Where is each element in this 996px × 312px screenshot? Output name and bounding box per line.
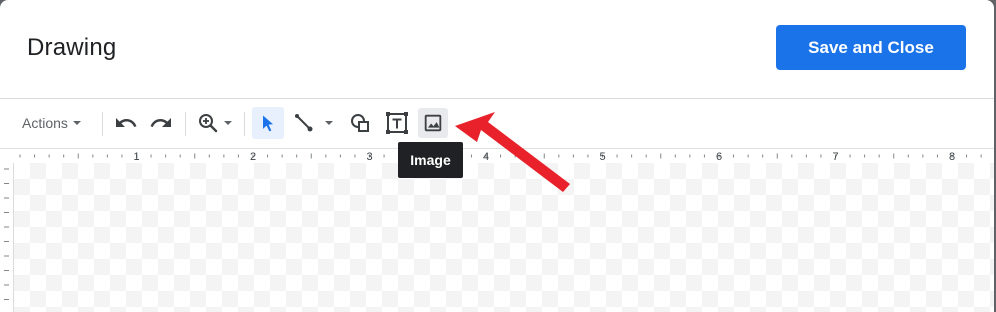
header-divider xyxy=(0,98,994,99)
ruler-label: 6 xyxy=(716,151,722,163)
dialog-title: Drawing xyxy=(27,34,117,61)
select-icon xyxy=(263,115,273,132)
actions-menu[interactable]: Actions xyxy=(22,104,81,142)
ruler-label: 7 xyxy=(832,151,838,163)
zoom-icon xyxy=(199,114,218,133)
line-icon xyxy=(295,114,313,132)
ruler-label: 8 xyxy=(949,151,955,163)
redo-icon[interactable] xyxy=(147,109,175,137)
text-box-icon xyxy=(386,112,408,134)
caret-down-icon xyxy=(72,121,81,125)
annotation-arrow xyxy=(455,112,570,192)
caret-down-icon xyxy=(224,121,232,125)
text-box-tool-button[interactable] xyxy=(383,109,411,137)
image-tool-button[interactable] xyxy=(418,108,448,138)
ruler-label: 3 xyxy=(366,151,372,163)
shape-tool-button[interactable] xyxy=(346,109,374,137)
ruler-label: 5 xyxy=(599,151,605,163)
toolbar-divider xyxy=(185,112,186,136)
vertical-ruler xyxy=(0,163,14,312)
caret-down-icon xyxy=(325,121,333,125)
ruler-label: 1 xyxy=(133,151,139,163)
save-and-close-button[interactable]: Save and Close xyxy=(776,25,966,70)
image-icon xyxy=(424,114,442,132)
image-tooltip: Image xyxy=(398,142,463,178)
toolbar-divider xyxy=(102,112,103,136)
select-tool-button[interactable] xyxy=(252,107,284,139)
shape-icon xyxy=(351,114,369,132)
undo-icon[interactable] xyxy=(112,109,140,137)
line-tool-menu[interactable] xyxy=(318,109,340,137)
toolbar-divider xyxy=(244,112,245,136)
vertical-ruler-ticks xyxy=(4,168,9,300)
actions-menu-label: Actions xyxy=(22,115,68,131)
ruler-label: 2 xyxy=(250,151,256,163)
zoom-menu[interactable] xyxy=(193,109,235,137)
line-tool-button[interactable] xyxy=(290,109,318,137)
